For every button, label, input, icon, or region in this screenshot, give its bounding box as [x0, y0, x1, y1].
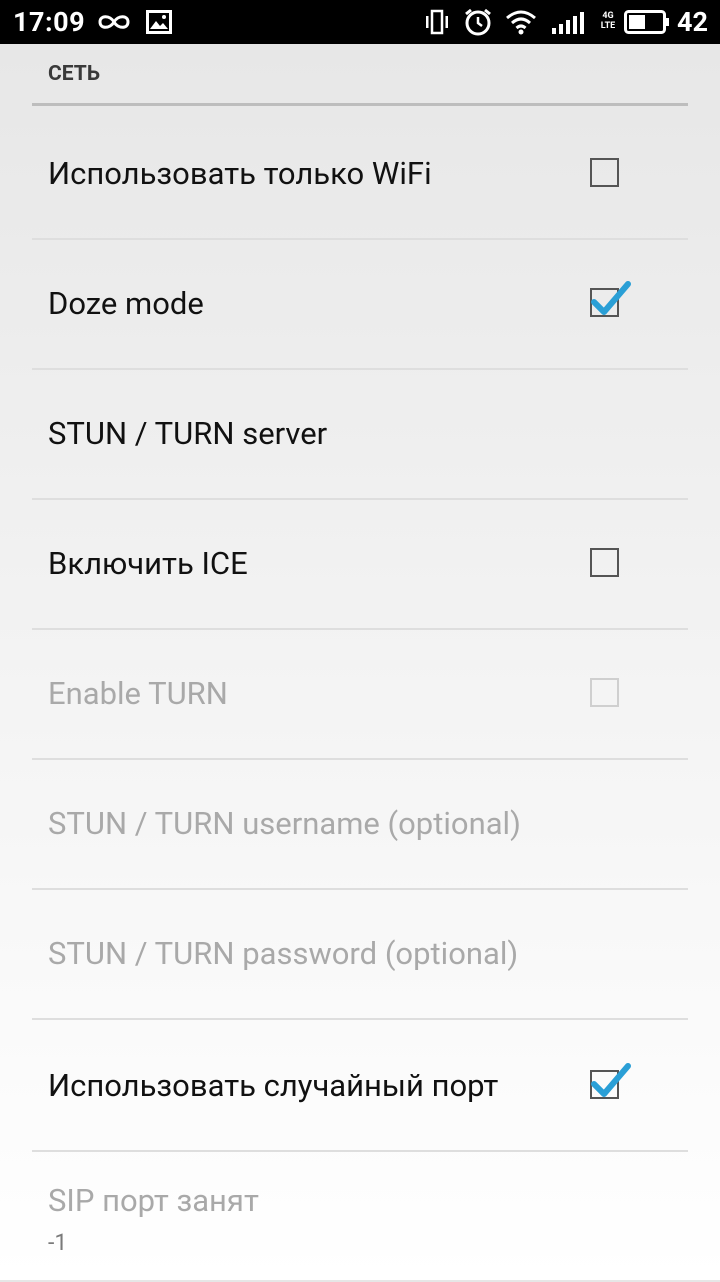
- setting-enable-ice[interactable]: Включить ICE: [32, 500, 688, 630]
- image-icon: [146, 10, 172, 34]
- wifi-only-checkbox[interactable]: [590, 158, 619, 187]
- signal-icon: [552, 12, 584, 34]
- alarm-icon: [465, 8, 491, 36]
- setting-summary: -1: [48, 1229, 68, 1256]
- setting-stun-turn-password: STUN / TURN password (optional): [32, 890, 688, 1020]
- checkmark-icon: [591, 281, 631, 315]
- setting-label: Включить ICE: [48, 545, 248, 582]
- setting-label: Использовать только WiFi: [48, 155, 432, 192]
- setting-label: Использовать случайный порт: [48, 1067, 499, 1104]
- checkmark-icon: [591, 1063, 631, 1097]
- network-type-label: 4G LTE: [600, 11, 616, 31]
- infinity-icon: [98, 15, 130, 29]
- setting-label: Enable TURN: [48, 675, 228, 712]
- enable-turn-checkbox: [590, 678, 619, 707]
- divider: [32, 1018, 688, 1020]
- setting-label: SIP порт занят: [48, 1182, 259, 1219]
- setting-stun-turn-username: STUN / TURN username (optional): [32, 760, 688, 890]
- battery-level: 42: [677, 6, 708, 38]
- battery-icon: [624, 10, 669, 34]
- status-time: 17:09: [13, 6, 86, 38]
- vibrate-icon: [426, 9, 448, 35]
- setting-stun-turn-server[interactable]: STUN / TURN server: [32, 370, 688, 500]
- section-divider: [32, 103, 688, 106]
- enable-ice-checkbox[interactable]: [590, 548, 619, 577]
- setting-doze-mode[interactable]: Doze mode: [32, 240, 688, 370]
- section-header-network: СЕТЬ: [48, 62, 101, 86]
- setting-label: STUN / TURN password (optional): [48, 935, 519, 972]
- wifi-icon: [506, 10, 536, 35]
- setting-label: Doze mode: [48, 285, 204, 322]
- setting-label: STUN / TURN server: [48, 415, 328, 452]
- setting-label: STUN / TURN username (optional): [48, 805, 521, 842]
- setting-random-port[interactable]: Использовать случайный порт: [32, 1022, 688, 1152]
- setting-wifi-only[interactable]: Использовать только WiFi: [32, 110, 688, 240]
- setting-enable-turn: Enable TURN: [32, 630, 688, 760]
- setting-sip-port-busy: SIP порт занят -1: [32, 1152, 688, 1282]
- status-bar: 17:09 4G LTE 42: [0, 0, 720, 44]
